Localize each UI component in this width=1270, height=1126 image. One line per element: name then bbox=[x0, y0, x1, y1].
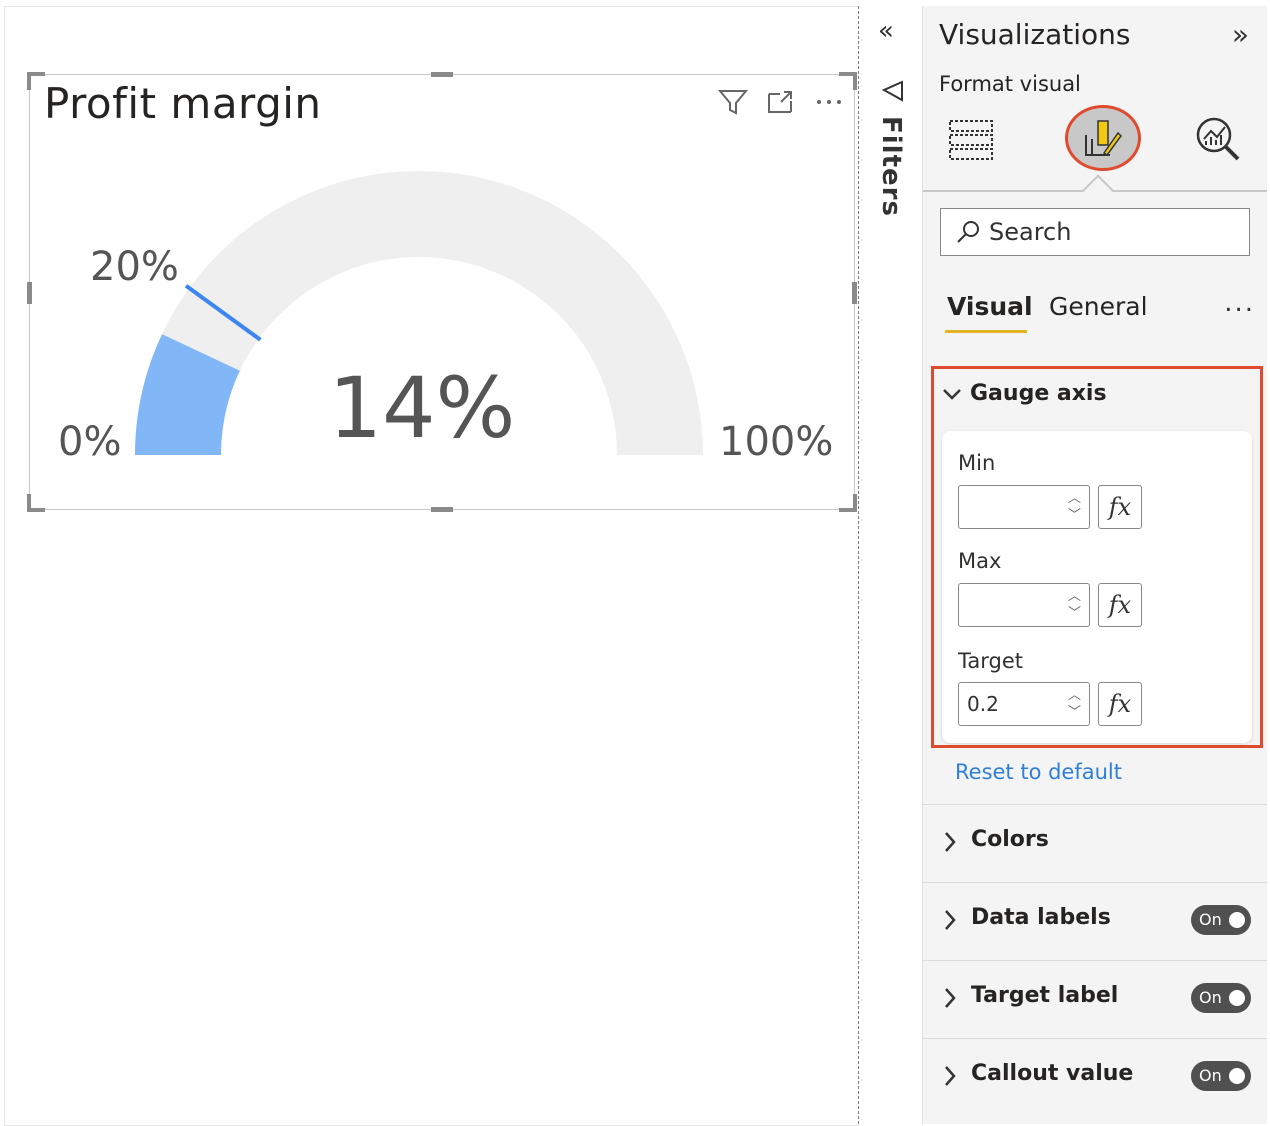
filters-pane-collapsed[interactable]: « Filters bbox=[860, 6, 922, 1124]
max-input[interactable]: ︿ ﹀ bbox=[958, 583, 1090, 627]
section-label: Callout value bbox=[971, 1061, 1134, 1086]
chevron-right-icon bbox=[943, 1065, 957, 1091]
toggle-knob bbox=[1229, 1068, 1245, 1084]
chevron-right-icon bbox=[943, 987, 957, 1013]
format-visual-icon[interactable] bbox=[1068, 108, 1138, 168]
build-visual-icon[interactable] bbox=[943, 112, 999, 168]
gauge-chart: 14% 0% 100% 20% bbox=[58, 171, 833, 465]
target-fx-button[interactable]: fx bbox=[1098, 682, 1142, 726]
canvas-divider bbox=[858, 6, 859, 1124]
toggle-knob bbox=[1229, 990, 1245, 1006]
tab-visual[interactable]: Visual bbox=[947, 292, 1033, 321]
min-input[interactable]: ︿ ﹀ bbox=[958, 485, 1090, 529]
toggle-state: On bbox=[1199, 988, 1222, 1007]
pane-title: Visualizations bbox=[939, 18, 1131, 51]
section-colors[interactable]: Colors bbox=[923, 804, 1267, 881]
target-spinner-icon[interactable]: ︿ ﹀ bbox=[1068, 687, 1081, 721]
max-fx-button[interactable]: fx bbox=[1098, 583, 1142, 627]
section-label: Data labels bbox=[971, 905, 1111, 930]
format-visual-label: Format visual bbox=[939, 72, 1081, 96]
callout-value-toggle[interactable]: On bbox=[1191, 1061, 1251, 1091]
search-box[interactable]: Search bbox=[940, 208, 1250, 256]
gauge-axis-header[interactable]: Gauge axis bbox=[942, 381, 1107, 406]
toggle-state: On bbox=[1199, 1066, 1222, 1085]
gauge-axis-title: Gauge axis bbox=[970, 381, 1107, 406]
tab-general[interactable]: General bbox=[1049, 292, 1148, 321]
filter-funnel-icon bbox=[881, 80, 904, 106]
reset-to-default-link[interactable]: Reset to default bbox=[955, 760, 1122, 784]
section-data-labels[interactable]: Data labels On bbox=[923, 882, 1267, 959]
tabs-more-button[interactable]: ... bbox=[1224, 288, 1255, 318]
gauge-min-label: 0% bbox=[58, 419, 121, 465]
target-value: 0.2 bbox=[967, 692, 999, 716]
callout-value: 14% bbox=[329, 359, 516, 457]
section-label: Target label bbox=[971, 983, 1119, 1008]
analytics-icon[interactable] bbox=[1191, 112, 1247, 168]
data-labels-toggle[interactable]: On bbox=[1191, 905, 1251, 935]
min-fx-button[interactable]: fx bbox=[1098, 485, 1142, 529]
target-label-toggle[interactable]: On bbox=[1191, 983, 1251, 1013]
min-spinner-icon[interactable]: ︿ ﹀ bbox=[1068, 490, 1081, 524]
min-label: Min bbox=[958, 451, 996, 475]
section-label: Colors bbox=[971, 827, 1049, 852]
gauge-axis-card: Min ︿ ﹀ fx Max ︿ ﹀ fx Target 0.2 ︿ ﹀ fx bbox=[942, 431, 1252, 743]
tab-visual-underline bbox=[945, 330, 1027, 333]
gauge-axis-section: Gauge axis Min ︿ ﹀ fx Max ︿ ﹀ fx Target 0.… bbox=[931, 366, 1263, 748]
pane-icon-row bbox=[923, 104, 1267, 188]
max-label: Max bbox=[958, 549, 1002, 573]
section-callout-value[interactable]: Callout value On bbox=[923, 1038, 1267, 1115]
gauge-target-label: 20% bbox=[90, 244, 179, 290]
target-label: Target bbox=[958, 649, 1023, 673]
visualizations-pane: Visualizations » Format visual Search Vi… bbox=[922, 6, 1267, 1124]
gauge-max-label: 100% bbox=[719, 419, 833, 465]
format-tabs: Visual General ... bbox=[945, 288, 1255, 338]
filters-label[interactable]: Filters bbox=[876, 116, 906, 217]
collapse-pane-icon[interactable]: « bbox=[878, 16, 894, 46]
section-target-label[interactable]: Target label On bbox=[923, 960, 1267, 1037]
expand-pane-icon[interactable]: » bbox=[1232, 18, 1249, 51]
toggle-knob bbox=[1229, 912, 1245, 928]
search-placeholder: Search bbox=[989, 218, 1072, 246]
max-spinner-icon[interactable]: ︿ ﹀ bbox=[1068, 588, 1081, 622]
target-input[interactable]: 0.2 ︿ ﹀ bbox=[958, 682, 1090, 726]
chevron-right-icon bbox=[943, 831, 957, 857]
gauge-visual-container[interactable]: Profit margin 14% 0% 100% 20% bbox=[27, 72, 857, 512]
chevron-down-icon bbox=[942, 387, 962, 401]
chevron-right-icon bbox=[943, 909, 957, 935]
toggle-state: On bbox=[1199, 910, 1222, 929]
search-icon bbox=[955, 219, 981, 245]
